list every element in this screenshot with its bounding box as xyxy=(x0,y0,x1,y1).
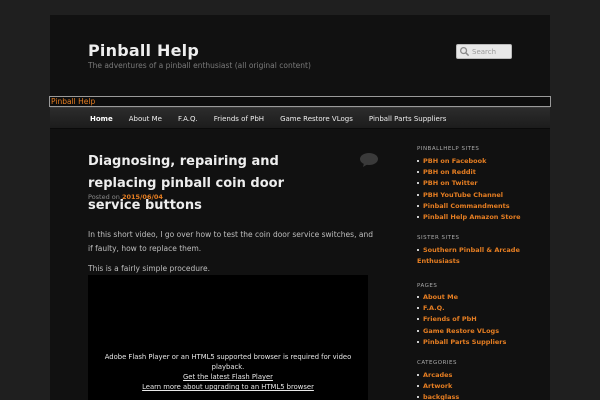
post-meta: Posted on 2015/06/04 xyxy=(88,193,163,201)
sidebar-link[interactable]: About Me xyxy=(417,292,506,303)
nav-item-home[interactable]: Home xyxy=(82,108,121,130)
header-banner-link[interactable]: Pinball Help xyxy=(49,96,551,107)
post-date[interactable]: 2015/06/04 xyxy=(122,193,163,201)
nav-item-faq[interactable]: F.A.Q. xyxy=(170,108,206,130)
nav-item-pinball-parts-suppliers[interactable]: Pinball Parts Suppliers xyxy=(361,108,454,130)
sidebar-link[interactable]: PBH on Reddit xyxy=(417,167,521,178)
sidebar-link[interactable]: F.A.Q. xyxy=(417,303,506,314)
sidebar-link[interactable]: Artwork xyxy=(417,381,459,392)
main-navigation: Home About Me F.A.Q. Friends of PbH Game… xyxy=(50,107,550,129)
posted-on-label: Posted on xyxy=(88,193,120,201)
comment-bubble-icon[interactable] xyxy=(359,152,379,168)
post-paragraph: This is a fairly simple procedure. xyxy=(88,264,210,273)
widget-title-pages: PAGES xyxy=(417,283,438,289)
search-icon xyxy=(460,47,470,57)
widget-title-sister-sites: SISTER SITES xyxy=(417,235,460,241)
site-description: The adventures of a pinball enthusiast (… xyxy=(88,61,311,70)
video-message-text: Adobe Flash Player or an HTML5 supported… xyxy=(104,353,352,371)
widget-list-pinballhelp-sites: PBH on Facebook PBH on Reddit PBH on Twi… xyxy=(417,156,521,223)
video-fallback-message: Adobe Flash Player or an HTML5 supported… xyxy=(88,352,368,392)
nav-item-friends-of-pbh[interactable]: Friends of PbH xyxy=(206,108,272,130)
sidebar-link[interactable]: PBH YouTube Channel xyxy=(417,190,521,201)
sidebar-link[interactable]: Southern Pinball & Arcade Enthusiasts xyxy=(417,245,527,267)
post-paragraph: In this short video, I go over how to te… xyxy=(88,230,373,253)
widget-title-pinballhelp-sites: PINBALLHELP SITES xyxy=(417,146,480,152)
sidebar-link[interactable]: Pinball Parts Suppliers xyxy=(417,337,506,348)
sidebar-link[interactable]: PBH on Facebook xyxy=(417,156,521,167)
nav-item-about-me[interactable]: About Me xyxy=(121,108,170,130)
sidebar-link[interactable]: Pinball Commandments xyxy=(417,201,521,212)
post-title[interactable]: Diagnosing, repairing and replacing pinb… xyxy=(88,151,338,217)
sidebar-link[interactable]: Game Restore VLogs xyxy=(417,326,506,337)
flash-player-link[interactable]: Get the latest Flash Player xyxy=(88,372,368,382)
site-title[interactable]: Pinball Help xyxy=(88,41,199,60)
page-container: Pinball Help The adventures of a pinball… xyxy=(50,15,550,400)
sidebar-link[interactable]: Arcades xyxy=(417,370,459,381)
widget-list-sister-sites: Southern Pinball & Arcade Enthusiasts xyxy=(417,245,527,267)
sidebar-link[interactable]: Pinball Help Amazon Store xyxy=(417,212,521,223)
search-input[interactable] xyxy=(470,45,510,58)
sidebar-link[interactable]: backglass xyxy=(417,392,459,400)
html5-browser-link[interactable]: Learn more about upgrading to an HTML5 b… xyxy=(88,382,368,392)
widget-list-categories: Arcades Artwork backglass xyxy=(417,370,459,400)
sidebar-link[interactable]: Friends of PbH xyxy=(417,314,506,325)
video-player[interactable]: Adobe Flash Player or an HTML5 supported… xyxy=(88,275,368,400)
widget-list-pages: About Me F.A.Q. Friends of PbH Game Rest… xyxy=(417,292,506,348)
search-box[interactable] xyxy=(456,44,512,59)
widget-title-categories: CATEGORIES xyxy=(417,360,458,366)
nav-item-game-restore-vlogs[interactable]: Game Restore VLogs xyxy=(272,108,361,130)
sidebar-link[interactable]: PBH on Twitter xyxy=(417,178,521,189)
